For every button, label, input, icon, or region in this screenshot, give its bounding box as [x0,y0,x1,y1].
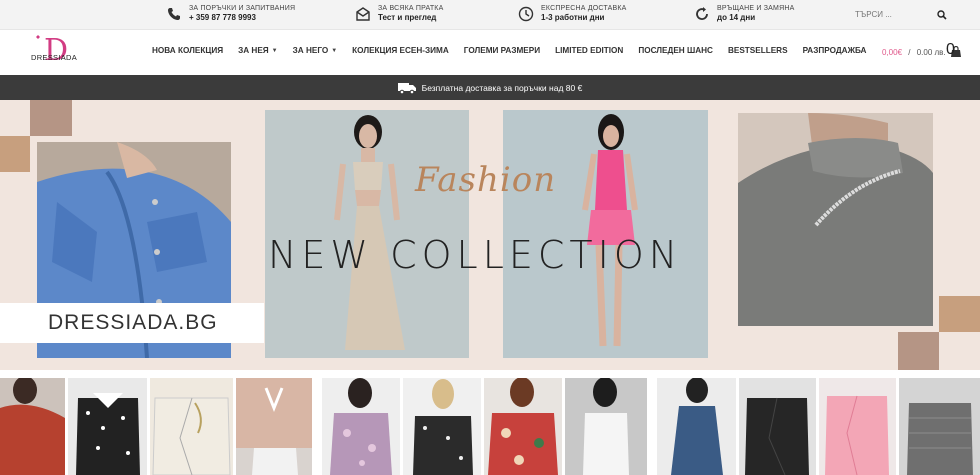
hero-fashion-script: Fashion [415,160,557,200]
menu-item-autumn-winter[interactable]: КОЛЕКЦИЯ ЕСЕН-ЗИМА [352,46,449,55]
hero-headline: NEW COLLECTION [268,233,683,277]
delivery-label: ЕКСПРЕСНА ДОСТАВКА [541,5,627,12]
shipping-text: Безплатна доставка за поръчки над 80 € [421,82,583,93]
cart-count-badge: 0 [946,41,955,58]
decor-square [939,296,980,332]
clock-icon [518,6,534,21]
truck-icon [397,82,416,94]
orders-phone: + 359 87 778 9993 [189,13,256,22]
top-info-bar: ЗА ПОРЪЧКИ И ЗАПИТВАНИЯ + 359 87 778 999… [0,0,980,30]
thumbnail-blue-dress[interactable] [657,378,736,475]
envelope-icon [356,6,370,21]
free-shipping-banner: Безплатна доставка за поръчки над 80 € [0,75,980,100]
orders-info[interactable]: ЗА ПОРЪЧКИ И ЗАПИТВАНИЯ + 359 87 778 999… [166,4,295,23]
menu-item-bestsellers[interactable]: BESTSELLERS [728,46,788,55]
delivery-value: 1-3 работни дни [541,13,605,22]
category-thumbnail-strip [0,370,980,475]
search-bar[interactable] [855,6,947,23]
brand-text: DRESSIADA.BG [48,311,218,334]
shipment-info: ЗА ВСЯКА ПРАТКА Тест и преглед [355,4,443,23]
thumbnail-polka-dot[interactable] [68,378,147,475]
cart-price-alt: 0.00 лв. [916,47,946,57]
menu-item-sale[interactable]: РАЗПРОДАЖБА [803,46,867,55]
brand-label: DRESSIADA.BG [0,303,264,343]
thumbnail-smocked-top[interactable] [899,378,980,475]
menu-item-for-him[interactable]: ЗА НЕГО ▼ [293,46,338,55]
thumbnail-floral-dress[interactable] [484,378,562,475]
shipment-label: ЗА ВСЯКА ПРАТКА [378,5,444,12]
search-input[interactable] [855,10,925,19]
menu-bar: НОВА КОЛЕКЦИЯ ЗА НЕЯ ▼ ЗА НЕГО ▼ КОЛЕКЦИЯ … [152,46,881,55]
menu-item-last-chance[interactable]: ПОСЛЕДЕН ШАНС [638,46,713,55]
returns-info: ВРЪЩАНЕ И ЗАМЯНА до 14 дни [694,4,794,23]
thumbnail-red-top[interactable] [0,378,65,475]
thumbnail-white-top[interactable] [565,378,647,475]
logo-letter: D [44,34,68,68]
return-icon [696,6,708,20]
cart-price: 0,00€ [882,47,903,57]
returns-value: до 14 дни [717,13,756,22]
hero-banner[interactable]: DRESSIADA.BG Fashion NEW COLLECTION [0,100,980,370]
delivery-info: ЕКСПРЕСНА ДОСТАВКА 1-3 работни дни [518,4,627,23]
menu-item-for-her[interactable]: ЗА НЕЯ ▼ [238,46,278,55]
menu-item-limited-edition[interactable]: LIMITED EDITION [555,46,623,55]
chevron-down-icon: ▼ [331,47,338,54]
thumbnail-pink-blazer[interactable] [819,378,896,475]
decor-square [30,100,72,136]
site-logo[interactable]: D DRESSIADA [30,33,78,72]
returns-label: ВРЪЩАНЕ И ЗАМЯНА [717,5,795,12]
thumbnail-halter-top[interactable] [236,378,312,475]
logo-text: DRESSIADA [31,53,77,62]
thumbnail-beige-blazer[interactable] [150,378,233,475]
menu-item-new-collection[interactable]: НОВА КОЛЕКЦИЯ [152,46,223,55]
search-icon[interactable] [937,9,947,20]
decor-square [898,332,939,370]
shipment-value: Тест и преглед [378,13,437,22]
cart-separator: / [906,47,913,57]
thumbnail-black-wrap-top[interactable] [739,378,816,475]
chevron-down-icon: ▼ [271,47,278,54]
logo-mark: D DRESSIADA [31,33,77,68]
orders-label: ЗА ПОРЪЧКИ И ЗАПИТВАНИЯ [189,5,296,12]
hero-photo-turtleneck [738,113,933,326]
phone-icon [168,7,180,20]
thumbnail-black-dot-top[interactable] [403,378,481,475]
thumbnail-floral-shirt[interactable] [322,378,400,475]
decor-square [0,136,30,172]
main-navigation: D DRESSIADA НОВА КОЛЕКЦИЯ ЗА НЕЯ ▼ ЗА НЕГ… [0,30,980,75]
menu-item-plus-sizes[interactable]: ГОЛЕМИ РАЗМЕРИ [464,46,540,55]
